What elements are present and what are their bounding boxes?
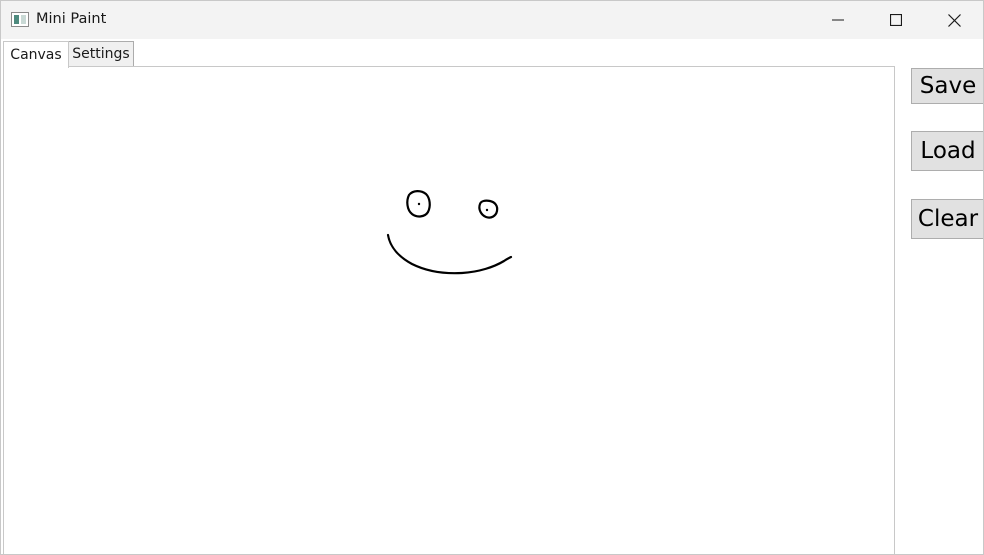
load-button[interactable]: Load [911,131,983,171]
maximize-button[interactable] [867,1,925,39]
drawn-left-pupil [417,202,421,206]
canvas-drawing [386,190,513,275]
drawn-smile [386,233,513,275]
close-icon [947,13,961,27]
save-button[interactable]: Save [911,68,983,104]
maximize-icon [890,14,902,26]
drawn-right-eye [478,199,499,219]
title-bar[interactable]: Mini Paint [1,1,983,39]
app-window-icon [11,12,29,27]
close-button[interactable] [925,1,983,39]
minimize-button[interactable] [809,1,867,39]
drawn-right-pupil [485,208,489,212]
drawing-canvas[interactable] [3,66,895,554]
tab-settings[interactable]: Settings [68,41,134,67]
clear-button[interactable]: Clear [911,199,983,239]
app-window: Mini Paint Canvas Settings Save Load Cle… [0,0,984,555]
window-title: Mini Paint [36,11,107,27]
minimize-icon [832,19,844,21]
tab-canvas[interactable]: Canvas [3,41,69,68]
